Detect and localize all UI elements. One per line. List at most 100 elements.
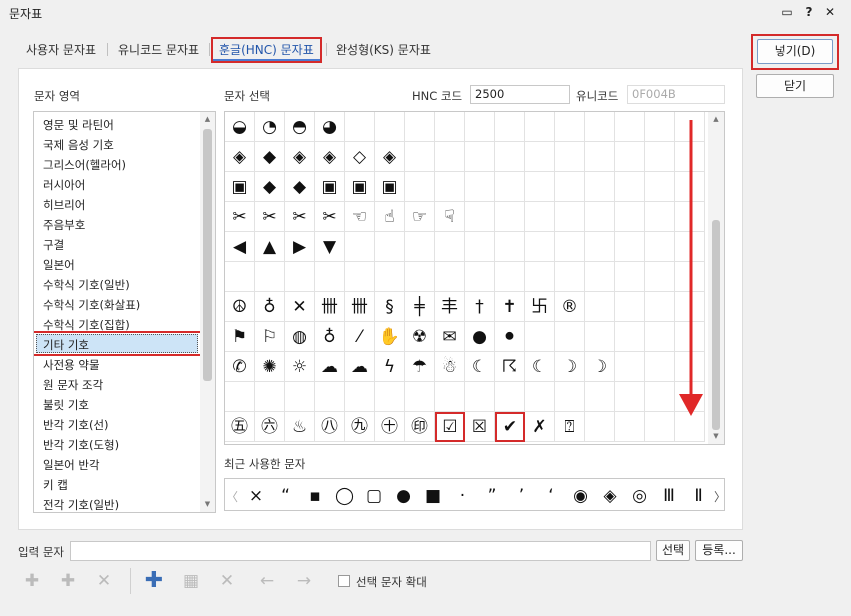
char-cell[interactable]: ▣ (375, 172, 405, 202)
recent-char[interactable]: ◎ (625, 484, 655, 508)
register-button[interactable]: 등록... (695, 540, 743, 561)
char-cell[interactable] (525, 322, 555, 352)
char-cell[interactable]: ◆ (255, 172, 285, 202)
area-list-item[interactable]: 기타 기호 (43, 337, 89, 353)
char-cell[interactable]: ☝ (375, 202, 405, 232)
delete-group-icon[interactable]: ✕ (213, 567, 241, 595)
recent-char[interactable]: Ⅲ (654, 484, 684, 508)
scroll-down-icon[interactable]: ▼ (200, 497, 215, 512)
char-cell[interactable]: ☽ (555, 352, 585, 382)
char-cell[interactable] (555, 112, 585, 142)
scroll-thumb[interactable] (203, 129, 212, 381)
char-cell[interactable] (375, 112, 405, 142)
tab-user-chars[interactable]: 사용자 문자표 (26, 41, 96, 58)
char-cell[interactable] (435, 172, 465, 202)
char-cell[interactable]: ㊉ (375, 412, 405, 442)
char-cell[interactable]: 卐 (525, 292, 555, 322)
char-cell[interactable]: ☁ (315, 352, 345, 382)
char-cell[interactable] (465, 262, 495, 292)
char-cell[interactable] (645, 322, 675, 352)
char-cell[interactable]: ◈ (375, 142, 405, 172)
area-list-item[interactable]: 원 문자 조각 (43, 377, 103, 393)
char-cell[interactable] (435, 112, 465, 142)
char-cell[interactable] (315, 262, 345, 292)
area-list-item[interactable]: 일본어 반각 (43, 457, 100, 473)
char-cell[interactable]: ▼ (315, 232, 345, 262)
char-cell[interactable]: ◕ (315, 112, 345, 142)
area-list-item[interactable]: 영문 및 라틴어 (43, 117, 114, 133)
char-cell[interactable]: † (465, 292, 495, 322)
char-cell[interactable] (405, 232, 435, 262)
char-cell[interactable] (585, 322, 615, 352)
char-cell[interactable] (495, 142, 525, 172)
char-cell[interactable] (435, 232, 465, 262)
restore-icon[interactable]: ▭ (779, 4, 795, 20)
char-cell[interactable]: ✔ (495, 412, 525, 442)
area-list-item[interactable]: 국제 음성 기호 (43, 137, 114, 153)
recent-char[interactable]: ▪ (300, 484, 330, 508)
char-cell[interactable]: ▣ (225, 172, 255, 202)
area-list-item[interactable]: 사전용 약물 (43, 357, 100, 373)
char-cell[interactable] (375, 382, 405, 412)
char-cell[interactable] (345, 262, 375, 292)
area-list-item[interactable]: 수학식 기호(일반) (43, 277, 130, 293)
char-cell[interactable] (465, 232, 495, 262)
char-cell[interactable] (285, 262, 315, 292)
char-cell[interactable] (585, 172, 615, 202)
char-cell[interactable] (645, 232, 675, 262)
edit-char-icon[interactable]: ✚ (54, 567, 82, 595)
area-list-item[interactable]: 주음부호 (43, 217, 85, 233)
char-cell[interactable]: ◍ (285, 322, 315, 352)
char-cell[interactable] (435, 262, 465, 292)
char-cell[interactable] (435, 142, 465, 172)
char-cell[interactable] (585, 262, 615, 292)
move-right-icon[interactable]: → (290, 567, 318, 595)
char-cell[interactable] (255, 382, 285, 412)
area-list-item[interactable]: 키 캡 (43, 477, 68, 493)
char-cell[interactable] (585, 142, 615, 172)
char-cell[interactable] (405, 262, 435, 292)
char-cell[interactable] (375, 262, 405, 292)
char-cell[interactable]: ✺ (255, 352, 285, 382)
char-cell[interactable] (555, 262, 585, 292)
char-cell[interactable]: ☃ (435, 352, 465, 382)
char-cell[interactable] (495, 262, 525, 292)
char-cell[interactable] (615, 382, 645, 412)
char-cell[interactable] (225, 262, 255, 292)
char-cell[interactable] (255, 262, 285, 292)
char-cell[interactable] (585, 382, 615, 412)
char-cell[interactable]: ☾ (525, 352, 555, 382)
close-icon[interactable]: ✕ (822, 4, 838, 20)
char-cell[interactable] (525, 232, 555, 262)
char-grid-scrollbar[interactable]: ▲ ▼ (708, 112, 724, 444)
char-cell[interactable] (495, 232, 525, 262)
char-cell[interactable]: ╪ (405, 292, 435, 322)
char-cell[interactable]: ✗ (525, 412, 555, 442)
move-left-icon[interactable]: ← (253, 567, 281, 595)
char-cell[interactable]: ✕ (285, 292, 315, 322)
char-cell[interactable] (435, 382, 465, 412)
area-list-item[interactable]: 전각 기호(일반) (43, 497, 119, 512)
recent-char[interactable]: ‘ (536, 484, 566, 508)
char-cell[interactable]: § (375, 292, 405, 322)
char-cell[interactable] (585, 412, 615, 442)
char-cell[interactable]: ㊞ (405, 412, 435, 442)
tab-ks-chars[interactable]: 완성형(KS) 문자표 (336, 41, 431, 58)
char-cell[interactable] (405, 382, 435, 412)
char-cell[interactable]: ◇ (345, 142, 375, 172)
area-list-item[interactable]: 일본어 (43, 257, 75, 273)
char-cell[interactable] (495, 112, 525, 142)
tab-unicode-chars[interactable]: 유니코드 문자표 (118, 41, 199, 58)
char-cell[interactable]: ♁ (315, 322, 345, 352)
add-group-icon[interactable]: ✚ (140, 567, 168, 595)
char-cell[interactable] (345, 382, 375, 412)
scroll-thumb[interactable] (712, 220, 720, 430)
char-cell[interactable] (615, 112, 645, 142)
recent-char[interactable]: · (448, 484, 478, 508)
scroll-up-icon[interactable]: ▲ (708, 112, 724, 127)
char-cell[interactable] (645, 172, 675, 202)
char-cell[interactable]: ◆ (255, 142, 285, 172)
area-list[interactable]: 영문 및 라틴어 국제 음성 기호 그리스어(헬라어) 러시아어 히브리어 주음부호 구결 일… (33, 111, 216, 513)
char-cell[interactable]: ✂ (285, 202, 315, 232)
char-cell[interactable] (555, 322, 585, 352)
